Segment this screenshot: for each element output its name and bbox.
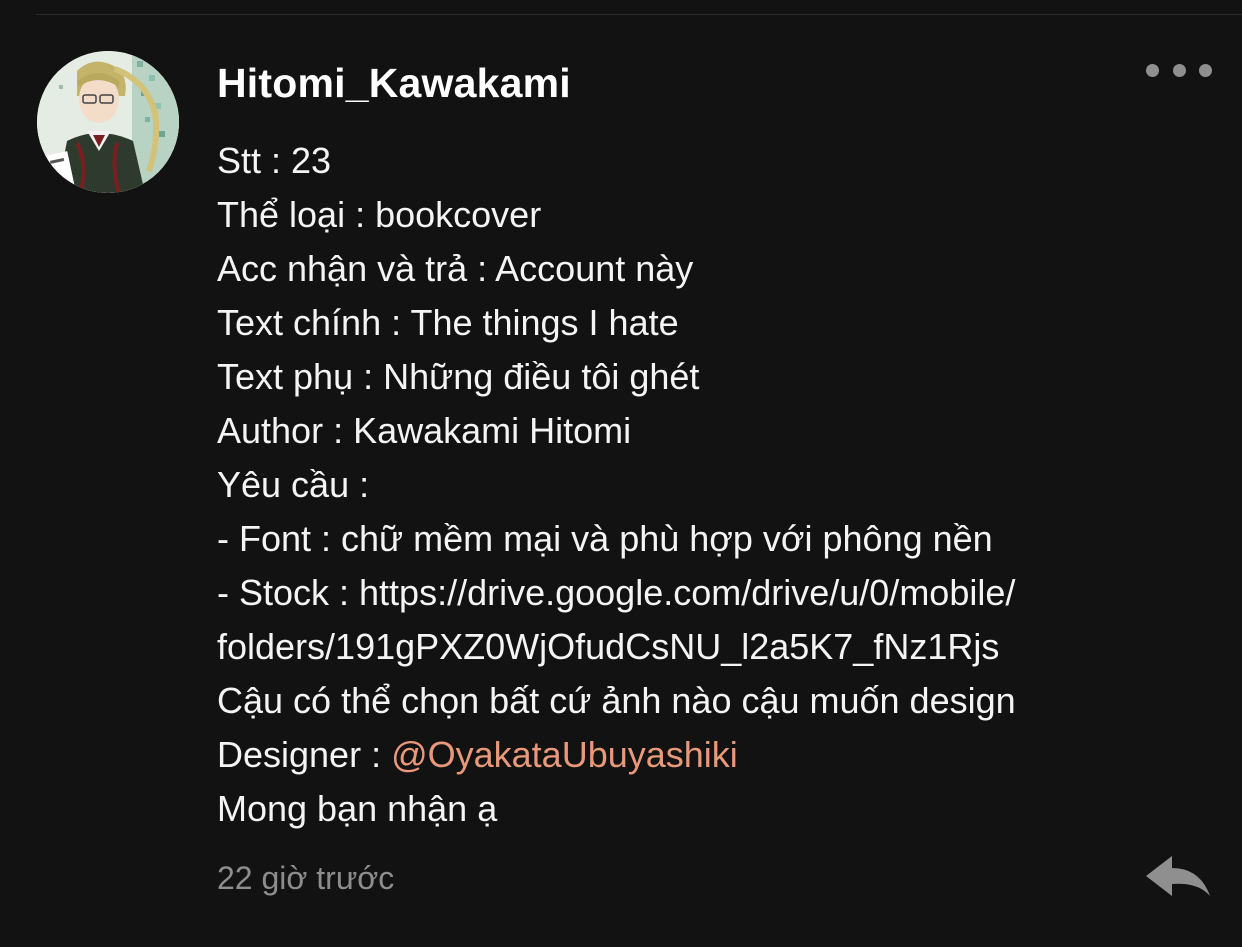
more-horizontal-icon: [1172, 63, 1186, 77]
username[interactable]: Hitomi_Kawakami: [217, 56, 571, 110]
designer-label: Designer :: [217, 734, 392, 775]
comment-line: Yêu cầu :: [217, 464, 370, 505]
more-horizontal-icon: [1199, 63, 1212, 77]
designer-line: Designer : @OyakataUbuyashiki: [217, 728, 1217, 782]
comment-line: Thể loại : bookcover: [217, 194, 542, 235]
comment-line-link[interactable]: - Stock : https://drive.google.com/drive…: [217, 566, 1217, 620]
comment-line: Stt : 23: [217, 140, 332, 181]
more-horizontal-icon: [1146, 63, 1159, 77]
avatar[interactable]: [37, 51, 179, 193]
comment-line-link[interactable]: folders/191gPXZ0WjOfudCsNU_l2a5K7_fNz1Rj…: [217, 620, 1217, 674]
comment-line: Cậu có thể chọn bất cứ ảnh nào cậu muốn …: [217, 680, 1016, 721]
top-divider: [36, 14, 1242, 15]
reply-arrow-icon: [1146, 856, 1210, 896]
comment-line: Mong bạn nhận ạ: [217, 788, 498, 829]
comment-line: Text phụ : Những điều tôi ghét: [217, 356, 700, 397]
comment-line: Text chính : The things I hate: [217, 302, 679, 343]
avatar-image: [37, 51, 179, 193]
timestamp: 22 giờ trước: [217, 860, 395, 896]
comment-body: Stt : 23 Thể loại : bookcover Acc nhận v…: [217, 134, 1217, 836]
comment-line: - Font : chữ mềm mại và phù hợp với phôn…: [217, 518, 993, 559]
reply-button[interactable]: [1142, 852, 1214, 904]
comment-line: Acc nhận và trả : Account này: [217, 248, 694, 289]
designer-mention-link[interactable]: @OyakataUbuyashiki: [391, 734, 738, 775]
more-options-button[interactable]: [1146, 58, 1212, 82]
comment-line: Author : Kawakami Hitomi: [217, 410, 632, 451]
